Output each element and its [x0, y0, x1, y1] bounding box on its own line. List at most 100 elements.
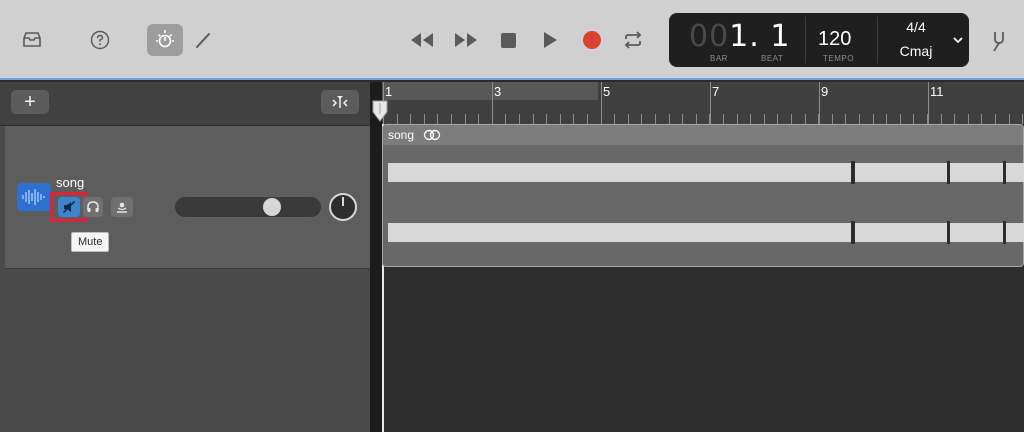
- input-monitor-icon: [117, 202, 127, 213]
- ruler-bar-tick: [928, 82, 929, 124]
- ruler-minor-tick: [736, 114, 738, 124]
- ruler-minor-tick: [804, 114, 806, 124]
- ruler-minor-tick: [913, 114, 915, 124]
- ruler-minor-tick: [927, 114, 928, 124]
- beat-label: BEAT: [761, 54, 784, 63]
- volume-knob[interactable]: [263, 198, 281, 216]
- tuner-icon[interactable]: [986, 27, 1014, 55]
- ruler-minor-tick: [423, 114, 425, 124]
- ruler-minor-tick: [791, 114, 792, 124]
- smart-controls-icon[interactable]: [147, 24, 183, 56]
- audio-waveform-icon[interactable]: [17, 183, 51, 211]
- ruler-bar-number: 3: [494, 84, 502, 99]
- ruler-minor-tick: [627, 114, 629, 124]
- ruler-minor-tick: [600, 114, 602, 124]
- ruler-minor-tick: [655, 114, 656, 124]
- ruler-minor-tick: [532, 114, 534, 124]
- tracks-header-bar: +: [0, 82, 370, 126]
- ruler-minor-tick: [967, 114, 969, 124]
- add-track-label: +: [24, 91, 36, 113]
- tracks-area[interactable]: song: [382, 124, 1024, 432]
- pencil-icon[interactable]: [191, 28, 215, 52]
- tempo-value[interactable]: 120: [818, 28, 851, 51]
- catch-playhead-icon: [332, 96, 348, 108]
- help-icon[interactable]: [86, 26, 114, 54]
- waveform-gap: [1003, 161, 1006, 184]
- audio-region[interactable]: song: [382, 124, 1024, 267]
- ruler-minor-tick: [750, 114, 752, 124]
- timeline-ruler[interactable]: 1 3 5 7 9 11: [382, 82, 1024, 124]
- tempo-label: TEMPO: [823, 54, 854, 63]
- ruler-minor-tick: [478, 114, 480, 124]
- cycle-icon[interactable]: [620, 27, 646, 53]
- ruler-minor-tick: [763, 114, 765, 124]
- ruler-minor-tick: [491, 114, 493, 124]
- control-bar: 001. 1 BAR BEAT 120 TEMPO 4/4 Cmaj: [0, 0, 1024, 80]
- ruler-minor-tick: [614, 114, 616, 124]
- ruler-minor-tick: [519, 114, 520, 124]
- region-header[interactable]: song: [383, 125, 1023, 145]
- playhead[interactable]: [372, 100, 388, 122]
- waveform-gap: [851, 221, 855, 244]
- lcd-display[interactable]: 001. 1 BAR BEAT 120 TEMPO 4/4 Cmaj: [669, 13, 969, 67]
- ruler-bar-number: 11: [930, 84, 944, 99]
- record-enable-button[interactable]: [111, 197, 133, 217]
- cycle-region[interactable]: [382, 82, 598, 100]
- ruler-minor-tick: [546, 114, 548, 124]
- lcd-separator: [805, 17, 806, 63]
- library-icon[interactable]: [18, 26, 46, 54]
- ruler-minor-tick: [641, 114, 643, 124]
- ruler-minor-tick: [995, 114, 996, 124]
- ruler-minor-tick: [723, 114, 724, 124]
- track-header[interactable]: song Mute: [5, 126, 370, 269]
- track-divider[interactable]: [370, 82, 382, 432]
- ruler-minor-tick: [777, 114, 779, 124]
- stop-icon[interactable]: [497, 29, 519, 51]
- ruler-minor-tick: [573, 114, 575, 124]
- ruler-bar-number: 9: [821, 84, 829, 99]
- ruler-minor-tick: [954, 114, 956, 124]
- volume-slider[interactable]: [175, 197, 321, 217]
- pan-knob[interactable]: [329, 193, 357, 221]
- track-list: song Mute: [0, 126, 370, 432]
- chevron-down-icon[interactable]: [949, 31, 967, 49]
- ruler-minor-tick: [668, 114, 670, 124]
- ruler-minor-tick: [695, 114, 697, 124]
- track-name[interactable]: song: [56, 175, 84, 190]
- ruler-bar-number: 7: [712, 84, 720, 99]
- ruler-minor-tick: [831, 114, 833, 124]
- position-bar: 1.: [729, 19, 760, 54]
- ruler-minor-tick: [587, 114, 588, 124]
- ruler-minor-tick: [410, 114, 412, 124]
- waveform-channel-right: [388, 223, 1024, 242]
- garageband-window: 001. 1 BAR BEAT 120 TEMPO 4/4 Cmaj + son…: [0, 0, 1024, 432]
- ruler-minor-tick: [859, 114, 860, 124]
- ruler-minor-tick: [940, 114, 942, 124]
- ruler-minor-tick: [899, 114, 901, 124]
- catch-playhead-button[interactable]: [321, 90, 359, 114]
- waveform: [383, 153, 1024, 263]
- play-icon[interactable]: [539, 28, 561, 52]
- solo-button[interactable]: [83, 197, 103, 217]
- ruler-minor-tick: [682, 114, 684, 124]
- ruler-bar-number: 1: [385, 84, 393, 99]
- fast-forward-icon[interactable]: [451, 28, 481, 52]
- ruler-minor-tick: [886, 114, 888, 124]
- add-track-button[interactable]: +: [11, 90, 49, 114]
- ruler-bar-number: 5: [603, 84, 611, 99]
- ruler-minor-tick: [437, 114, 439, 124]
- ruler-minor-tick: [451, 114, 452, 124]
- region-name: song: [388, 128, 415, 142]
- mute-highlight-box: [50, 192, 87, 222]
- ruler-minor-tick: [505, 114, 507, 124]
- ruler-minor-tick: [872, 114, 874, 124]
- position-beat: 1: [770, 19, 791, 54]
- ruler-minor-tick: [1022, 114, 1024, 124]
- rewind-icon[interactable]: [407, 28, 437, 52]
- time-signature[interactable]: 4/4: [901, 19, 931, 35]
- key-signature[interactable]: Cmaj: [895, 43, 937, 59]
- pan-indicator: [342, 197, 344, 206]
- ruler-minor-tick: [464, 114, 466, 124]
- ruler-minor-tick: [981, 114, 983, 124]
- record-icon[interactable]: [581, 29, 603, 51]
